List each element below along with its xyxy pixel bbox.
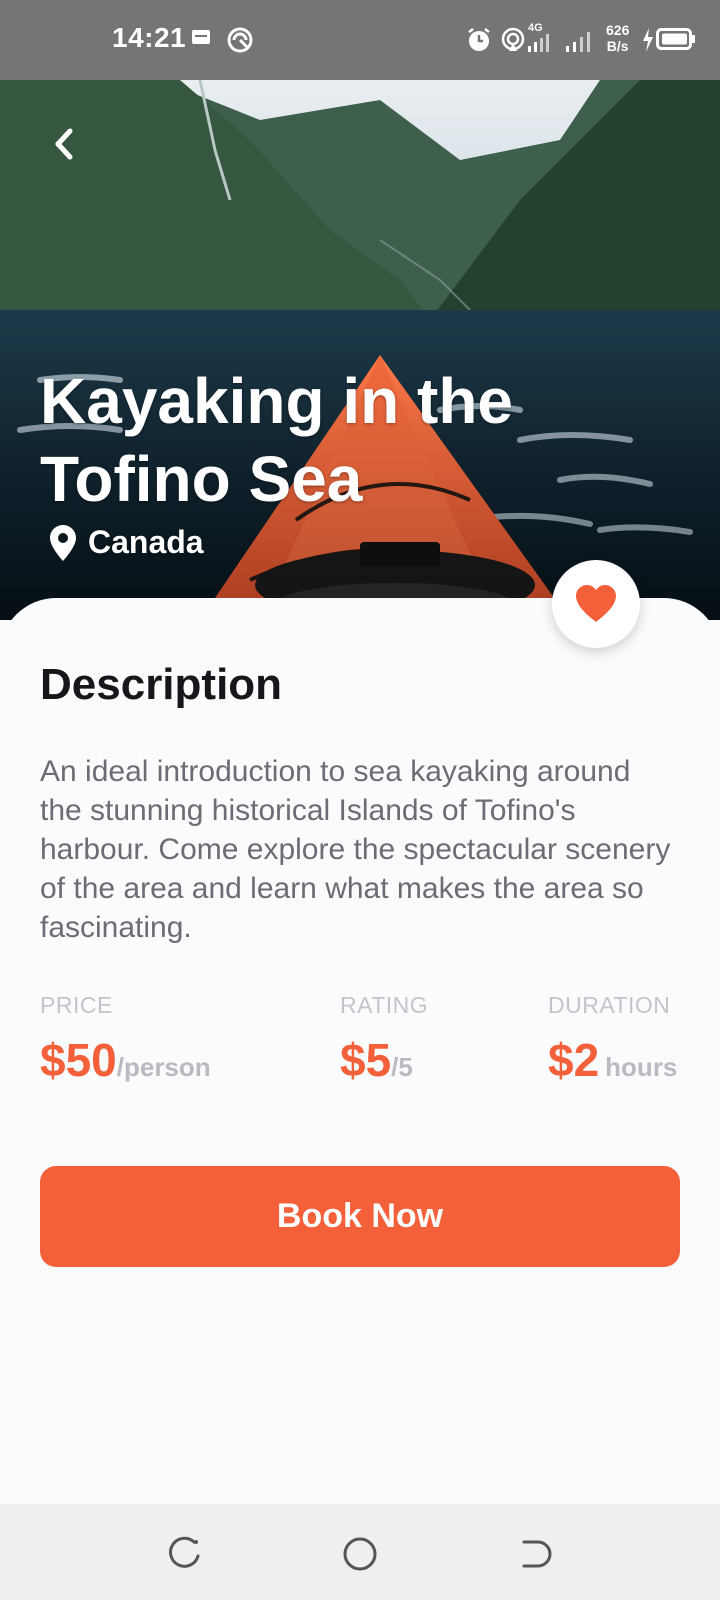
description-text: An ideal introduction to sea kayaking ar… (40, 755, 671, 944)
price-label: PRICE (40, 992, 113, 1018)
back-button[interactable] (40, 120, 88, 168)
recent-apps-icon (169, 1536, 200, 1568)
status-time: 14:21 (112, 22, 187, 53)
description-heading: Description (40, 660, 283, 709)
home-button[interactable] (340, 1534, 380, 1574)
rating-stat: RATING $5/5 (340, 992, 428, 1087)
system-nav-bar (0, 1504, 720, 1600)
recent-apps-button[interactable] (164, 1534, 204, 1574)
vpn-icon (226, 26, 254, 59)
network-speed-value: 626 (606, 22, 630, 38)
location: Canada (50, 524, 204, 561)
rating-label: RATING (340, 992, 429, 1018)
price-stat: PRICE $50/person (40, 992, 211, 1087)
duration-unit: hours (605, 1052, 678, 1082)
hotspot-icon (500, 27, 526, 58)
alarm-icon (466, 27, 492, 58)
back-nav-icon (522, 1540, 552, 1568)
heart-icon (576, 585, 616, 622)
duration-label: DURATION (548, 992, 671, 1018)
rating-value: $5 (340, 1034, 392, 1086)
charging-icon (642, 28, 654, 57)
battery-icon (656, 28, 696, 55)
duration-value: $2 (548, 1034, 600, 1086)
rating-unit: /5 (391, 1052, 413, 1082)
back-nav-button[interactable] (516, 1534, 556, 1574)
duration-stat: DURATION $2 hours (548, 992, 677, 1087)
network-speed-unit: B/s (606, 38, 629, 54)
price-value: $50 (40, 1034, 117, 1086)
location-pin-icon (50, 524, 76, 561)
price-unit: /person (116, 1052, 211, 1082)
signal-icon (528, 34, 554, 57)
network-type-label: 4G (528, 22, 543, 34)
chevron-left-icon (55, 128, 73, 160)
page-title: Kayaking in the Tofino Sea (40, 365, 513, 515)
message-icon (192, 30, 210, 49)
network-speed: 626 B/s (606, 22, 629, 54)
location-label: Canada (88, 524, 204, 560)
favorite-button[interactable] (552, 560, 640, 648)
book-now-button[interactable]: Book Now (40, 1166, 680, 1267)
signal-icon (566, 32, 594, 57)
home-icon (343, 1537, 377, 1571)
status-bar: 14:21 4G 626 B/s (0, 0, 720, 80)
